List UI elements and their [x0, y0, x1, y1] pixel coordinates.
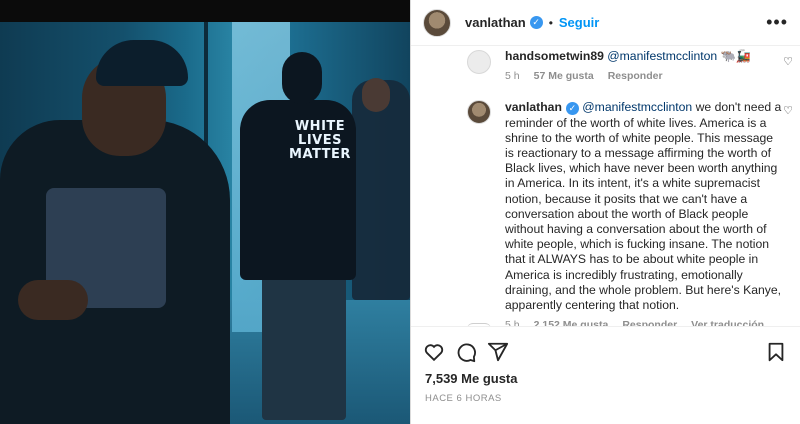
image-background-person-head: [362, 78, 390, 112]
comment-mention[interactable]: @manifestmcclinton: [607, 49, 717, 63]
follow-button[interactable]: Seguir: [559, 15, 599, 30]
image-hands: [18, 280, 88, 320]
comment-meta: 5 h 57 Me gusta Responder: [505, 69, 751, 84]
comment-text: 🐃🚂: [720, 49, 751, 63]
comment-text: we don't need a reminder of the worth of…: [505, 100, 782, 313]
save-bookmark-icon[interactable]: [765, 341, 787, 363]
separator-dot: •: [548, 15, 553, 30]
author-username[interactable]: vanlathan: [465, 15, 526, 30]
share-send-icon[interactable]: [487, 341, 509, 363]
comment-username[interactable]: handsometwin89: [505, 49, 604, 63]
verified-badge-icon: ✓: [565, 102, 579, 116]
image-background-person: [352, 80, 410, 300]
image-person-head: [282, 52, 322, 104]
comment-item: vanlathan ✓ @manifestmcclinton we don't n…: [411, 100, 800, 327]
post-likes-count[interactable]: 7,539 Me gusta: [411, 367, 800, 386]
comment-like-heart-icon[interactable]: ♡: [783, 104, 793, 117]
commenter-avatar[interactable]: [467, 50, 491, 74]
post-actions: 7,539 Me gusta HACE 6 HORAS: [411, 326, 800, 424]
image-person-legs: [262, 270, 346, 420]
comment-time[interactable]: 5 h: [505, 69, 520, 84]
post-image[interactable]: WHITE LIVES MATTER: [0, 0, 410, 424]
comment-body: handsometwin89 @manifestmcclinton 🐃🚂 5 h…: [505, 47, 751, 84]
comment-mention[interactable]: @manifestmcclinton: [582, 100, 692, 114]
verified-badge-icon: ✓: [529, 16, 543, 29]
comment-like-heart-icon[interactable]: ♡: [783, 55, 793, 68]
comment-username[interactable]: vanlathan: [505, 100, 562, 114]
author-avatar[interactable]: [423, 8, 451, 37]
shirt-text: WHITE LIVES MATTER: [289, 119, 351, 162]
commenter-avatar[interactable]: [467, 100, 491, 125]
post-header: vanlathan ✓ • Seguir •••: [411, 0, 800, 46]
post-timestamp[interactable]: HACE 6 HORAS: [411, 386, 800, 404]
more-options-icon[interactable]: •••: [766, 12, 788, 33]
image-top-bar: [0, 0, 410, 22]
comment-likes[interactable]: 57 Me gusta: [534, 69, 594, 84]
reply-button[interactable]: Responder: [608, 69, 663, 84]
comment-body: vanlathan ✓ @manifestmcclinton we don't n…: [505, 100, 785, 327]
post-panel: vanlathan ✓ • Seguir ••• handsometwin89 …: [410, 0, 800, 424]
comments-list: handsometwin89 @manifestmcclinton 🐃🚂 5 h…: [411, 47, 800, 327]
action-icons: [411, 327, 800, 367]
comment-item: handsometwin89 @manifestmcclinton 🐃🚂 5 h…: [411, 47, 800, 84]
comment-bubble-icon[interactable]: [455, 341, 477, 363]
like-heart-icon[interactable]: [423, 341, 445, 363]
